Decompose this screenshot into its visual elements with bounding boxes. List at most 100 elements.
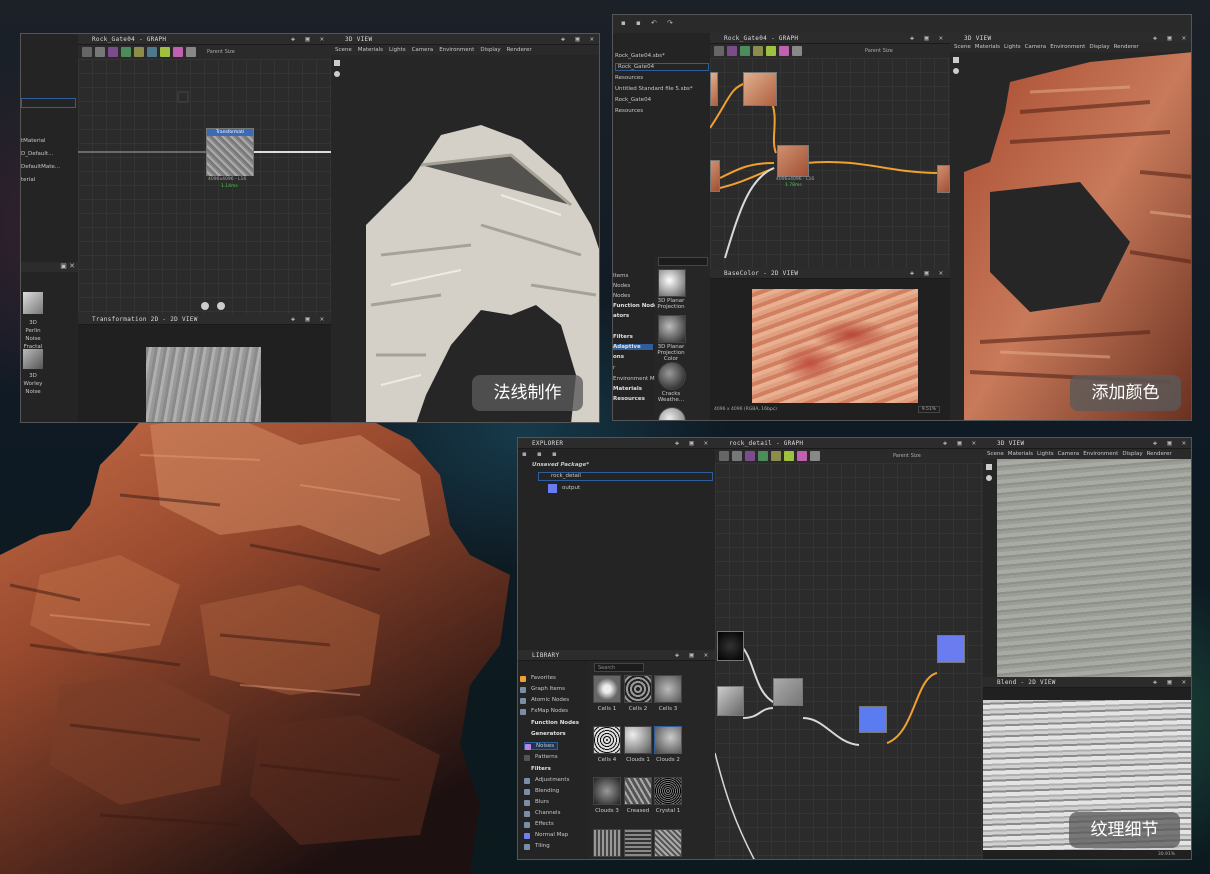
lib-category[interactable]: Graph Items <box>520 686 565 693</box>
pin-close-icons[interactable]: ✚ ▣ ✕ <box>910 268 946 279</box>
cells-4-thumb[interactable] <box>593 726 621 754</box>
pin-close-icons[interactable]: ✚ ▣ ✕ <box>291 34 327 45</box>
lib-category[interactable]: Blending <box>524 788 559 795</box>
pin-close-icons[interactable]: ✚ ▣ ✕ <box>675 650 711 661</box>
cracks-thumb[interactable] <box>658 362 686 390</box>
pin-close-icons[interactable]: ✚ ▣ ✕ <box>291 314 327 325</box>
parent-size-label[interactable]: Parent Size <box>865 48 893 54</box>
explorer-item[interactable]: Resources <box>615 108 643 114</box>
blend-color-node[interactable] <box>777 145 809 177</box>
zoom-level[interactable]: 30.91% <box>1158 852 1175 857</box>
levels-node-icon[interactable] <box>134 47 144 57</box>
view3d-canvas[interactable] <box>950 52 1191 420</box>
explorer-item[interactable]: tMaterial <box>21 138 46 144</box>
color-node-partial[interactable] <box>710 72 718 106</box>
menu-camera[interactable]: Camera <box>1058 451 1080 457</box>
lib-category[interactable]: Channels <box>524 810 560 817</box>
menu-camera[interactable]: Camera <box>412 47 434 53</box>
noise-thumb[interactable] <box>593 829 621 857</box>
more-nodes-icon[interactable] <box>810 451 820 461</box>
layout-icon[interactable] <box>714 46 724 56</box>
noise-node[interactable] <box>717 631 744 661</box>
light-icon[interactable] <box>953 68 959 74</box>
explorer-item[interactable]: Rock_Gate04 <box>615 97 651 103</box>
menu-renderer[interactable]: Renderer <box>1147 451 1172 457</box>
lib-category[interactable]: Filters <box>613 334 633 340</box>
menu-scene[interactable]: Scene <box>987 451 1004 457</box>
lib-category[interactable]: Generators <box>520 731 566 737</box>
camera-icon[interactable] <box>732 451 742 461</box>
view2d-canvas[interactable] <box>78 325 331 422</box>
explorer-item[interactable]: Resources <box>615 75 643 81</box>
cells-3-thumb[interactable] <box>654 675 682 703</box>
lib-category[interactable]: Items <box>613 273 628 279</box>
clouds-node[interactable] <box>717 686 744 716</box>
light-icon[interactable] <box>334 71 340 77</box>
atomic-node-icon[interactable] <box>745 451 755 461</box>
layout-icon[interactable] <box>82 47 92 57</box>
explorer-item[interactable]: Rock_Gate04 <box>615 63 709 71</box>
cells-2-thumb[interactable] <box>624 675 652 703</box>
output-node[interactable] <box>937 635 965 663</box>
crystal-1-thumb[interactable] <box>654 777 682 805</box>
menu-materials[interactable]: Materials <box>1008 451 1033 457</box>
light-icon[interactable] <box>986 475 992 481</box>
normal-node[interactable] <box>859 706 887 733</box>
menu-environment[interactable]: Environment <box>1083 451 1118 457</box>
lib-category[interactable]: Effects <box>524 821 554 828</box>
camera-icon[interactable] <box>95 47 105 57</box>
pin-close-icons[interactable]: ✚ ▣ ✕ <box>910 33 946 44</box>
transformation-node[interactable]: Transformati <box>206 128 254 176</box>
lib-category[interactable]: FxMap Nodes <box>520 708 568 715</box>
menu-lights[interactable]: Lights <box>1037 451 1054 457</box>
lib-category[interactable]: Normal Map <box>524 832 568 839</box>
lib-category-selected[interactable]: Adaptive <box>613 344 653 350</box>
lib-category[interactable]: Nodes <box>613 283 630 289</box>
pin-close-icons[interactable]: ✚ ▣ ✕ <box>561 34 597 45</box>
pin-close-icons[interactable]: ✚ ▣ ✕ <box>1153 677 1189 688</box>
lib-category[interactable]: Blurs <box>524 799 549 806</box>
lib-category[interactable]: Function Nodes <box>613 303 661 309</box>
pin-close-icons[interactable]: ✚ ▣ ✕ <box>1153 438 1189 449</box>
graph-action-icon[interactable] <box>201 302 209 310</box>
creased-thumb[interactable] <box>624 777 652 805</box>
atomic-node-icon[interactable] <box>727 46 737 56</box>
transform-node-icon[interactable] <box>766 46 776 56</box>
menu-display[interactable]: Display <box>480 47 500 53</box>
blend-node-icon[interactable] <box>758 451 768 461</box>
levels-node-icon[interactable] <box>771 451 781 461</box>
menu-camera[interactable]: Camera <box>1025 44 1047 50</box>
pin-close-icons[interactable]: ✚ ▣ ✕ <box>675 438 711 449</box>
blend-node-icon[interactable] <box>740 46 750 56</box>
planar-projection-thumb[interactable] <box>658 269 686 297</box>
menu-renderer[interactable]: Renderer <box>507 47 532 53</box>
graph-action-icon[interactable] <box>217 302 225 310</box>
output-node-partial[interactable] <box>937 165 950 193</box>
menu-display[interactable]: Display <box>1089 44 1109 50</box>
blend-node[interactable] <box>773 678 803 706</box>
planar-projection-color-thumb[interactable] <box>658 315 686 343</box>
menu-materials[interactable]: Materials <box>358 47 383 53</box>
explorer-toolbar-icons[interactable]: ▪ ▪ ▪ <box>522 450 561 458</box>
transform-node-icon[interactable] <box>160 47 170 57</box>
layout-icon[interactable] <box>719 451 729 461</box>
pin-close-icons[interactable]: ✚ ▣ ✕ <box>943 438 979 449</box>
library-header-icons[interactable]: ▣ ✕ <box>21 262 78 272</box>
more-nodes-icon[interactable] <box>792 46 802 56</box>
menu-renderer[interactable]: Renderer <box>1114 44 1139 50</box>
gradient-node-icon[interactable] <box>779 46 789 56</box>
menu-display[interactable]: Display <box>1122 451 1142 457</box>
output-item[interactable]: output <box>562 485 580 491</box>
clouds-1-thumb[interactable] <box>624 726 652 754</box>
noise-thumb[interactable] <box>654 829 682 857</box>
clouds-2-thumb[interactable] <box>654 726 682 754</box>
color-node-partial[interactable] <box>710 160 720 192</box>
worley-noise-thumb[interactable] <box>23 349 43 369</box>
lib-category[interactable]: Adjustments <box>524 777 569 784</box>
lib-category[interactable]: Nodes <box>613 293 630 299</box>
view3d-canvas[interactable] <box>983 459 1191 677</box>
lib-category[interactable]: Function Nodes <box>520 720 579 726</box>
lib-category[interactable]: r <box>613 365 615 371</box>
menu-materials[interactable]: Materials <box>975 44 1000 50</box>
lib-category[interactable]: Materials <box>613 386 642 392</box>
